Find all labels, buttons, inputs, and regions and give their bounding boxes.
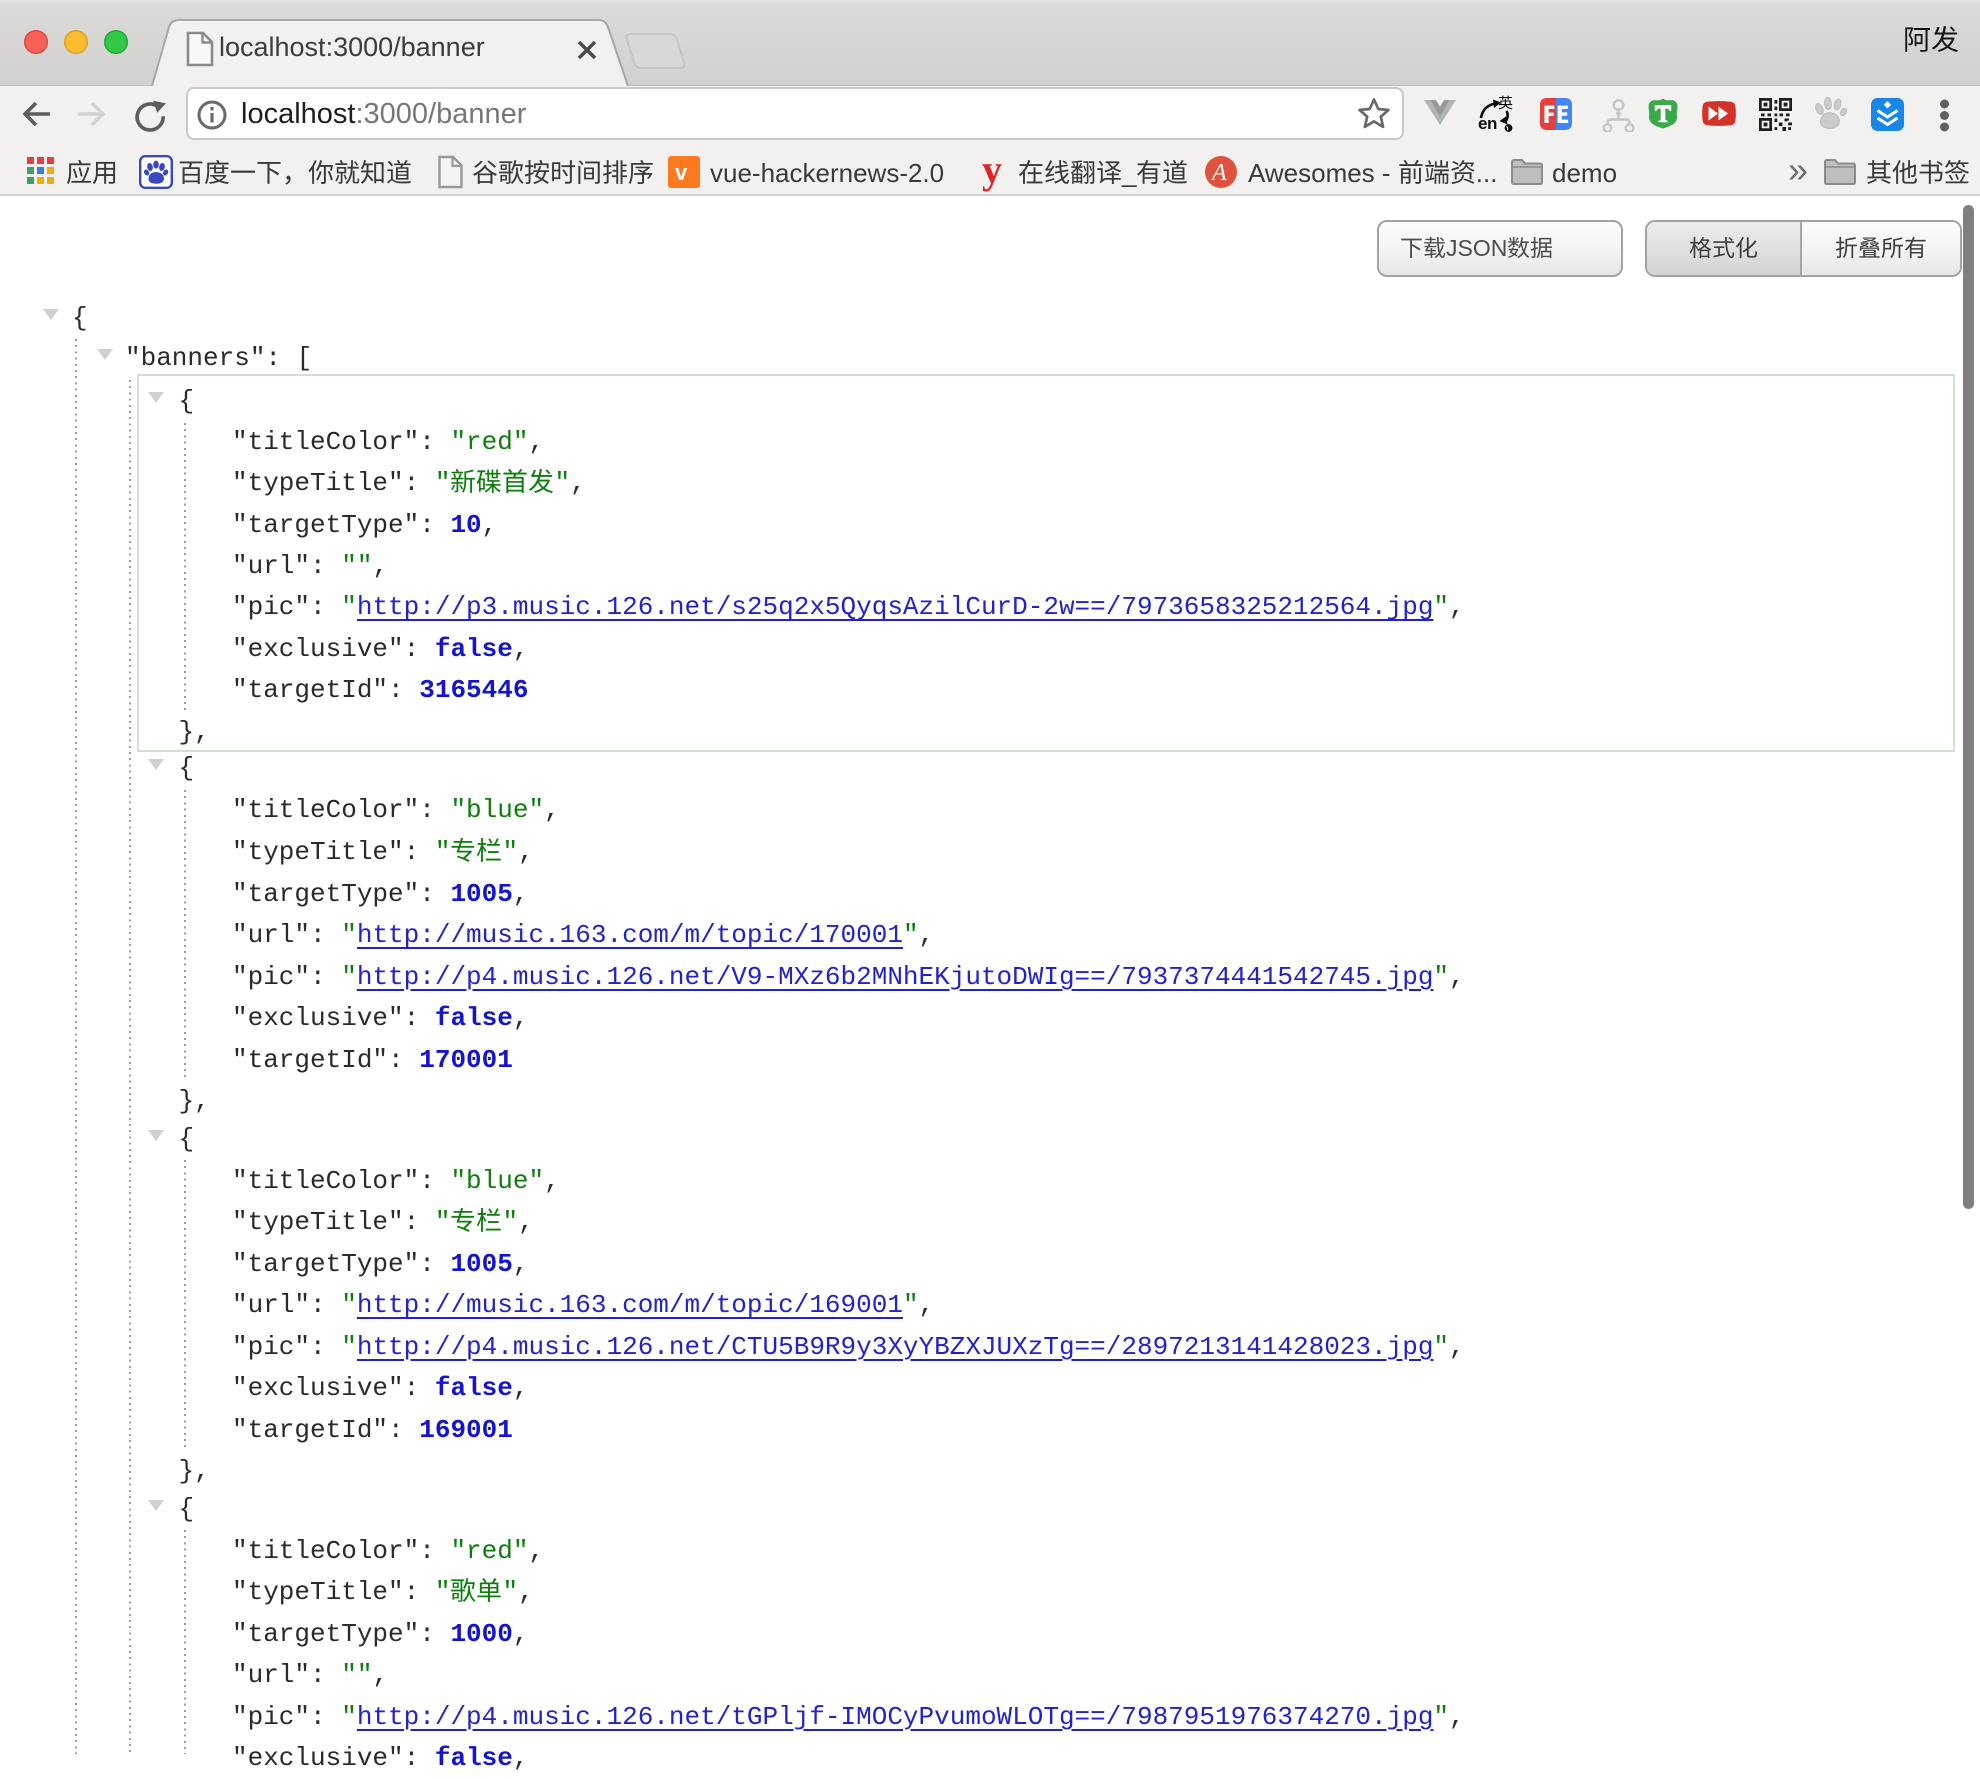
- svg-text:A: A: [1210, 160, 1227, 186]
- svg-text:v: v: [675, 160, 688, 185]
